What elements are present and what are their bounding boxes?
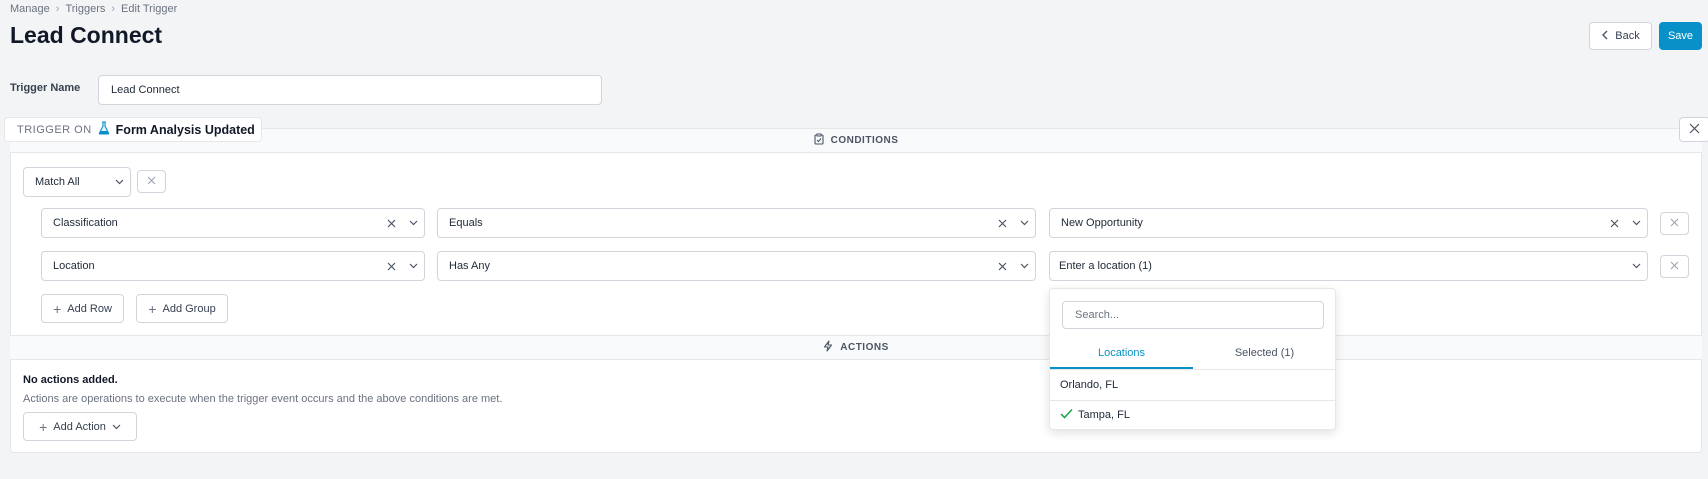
close-icon <box>1670 261 1679 273</box>
chevron-down-icon <box>108 179 130 185</box>
condition-field-select[interactable]: Location <box>41 251 425 281</box>
back-label: Back <box>1615 30 1640 42</box>
actions-header: ACTIONS <box>10 335 1702 360</box>
location-value: Enter a location (1) <box>1059 260 1152 272</box>
remove-row-button[interactable] <box>1660 255 1689 278</box>
trigger-name-label: Trigger Name <box>10 82 81 94</box>
plus-icon: + <box>53 300 62 317</box>
field-value: Location <box>53 260 95 272</box>
add-row-button[interactable]: + Add Row <box>41 294 124 323</box>
save-button[interactable]: Save <box>1659 22 1702 50</box>
location-dropdown: Search... Locations Selected (1) Orlando… <box>1049 288 1336 430</box>
page-title: Lead Connect <box>10 22 163 48</box>
add-group-button[interactable]: + Add Group <box>136 294 228 323</box>
check-icon <box>1060 408 1073 422</box>
chevron-down-icon <box>402 220 424 226</box>
operator-value: Equals <box>449 217 483 229</box>
condition-operator-select[interactable]: Has Any <box>437 251 1036 281</box>
trigger-on-selector[interactable]: TRIGGER ON Form Analysis Updated <box>4 117 262 142</box>
clear-icon[interactable] <box>380 262 402 271</box>
add-action-label: Add Action <box>53 420 106 433</box>
conditions-header: CONDITIONS <box>10 128 1702 153</box>
tab-locations[interactable]: Locations <box>1050 347 1193 369</box>
no-actions-description: Actions are operations to execute when t… <box>23 393 503 405</box>
clear-icon[interactable] <box>991 219 1013 228</box>
location-option-label: Tampa, FL <box>1078 409 1130 421</box>
no-actions-title: No actions added. <box>23 374 118 386</box>
chevron-down-icon <box>1013 220 1035 226</box>
back-button[interactable]: Back <box>1589 22 1652 50</box>
close-trigger-button[interactable] <box>1679 117 1708 142</box>
flask-icon <box>98 121 110 138</box>
remove-row-button[interactable] <box>1660 212 1689 235</box>
clear-icon[interactable] <box>380 219 402 228</box>
chevron-right-icon: › <box>55 3 60 15</box>
chevron-down-icon <box>1625 220 1647 226</box>
add-row-label: Add Row <box>67 302 112 315</box>
operator-value: Has Any <box>449 260 490 272</box>
chevron-right-icon: › <box>111 3 116 15</box>
close-icon <box>147 176 156 188</box>
breadcrumb: Manage › Triggers › Edit Trigger <box>10 2 177 16</box>
match-value: Match All <box>35 176 80 188</box>
chevron-down-icon <box>1625 263 1647 269</box>
lightning-icon <box>823 340 833 355</box>
match-select[interactable]: Match All <box>23 167 131 197</box>
condition-operator-select[interactable]: Equals <box>437 208 1036 238</box>
trigger-on-label: TRIGGER ON <box>17 123 92 136</box>
tab-selected[interactable]: Selected (1) <box>1193 347 1336 369</box>
chevron-left-icon <box>1601 30 1609 43</box>
trigger-name-input[interactable]: Lead Connect <box>98 75 602 105</box>
location-select[interactable]: Enter a location (1) <box>1049 251 1648 281</box>
clear-icon[interactable] <box>1603 219 1625 228</box>
location-search-input[interactable]: Search... <box>1062 301 1324 329</box>
location-option-label: Orlando, FL <box>1060 379 1119 391</box>
chevron-down-icon <box>112 421 121 433</box>
trigger-event-name: Form Analysis Updated <box>115 122 255 137</box>
clipboard-icon <box>814 133 824 148</box>
chevron-down-icon <box>1013 263 1035 269</box>
close-icon <box>1689 123 1700 137</box>
clear-icon[interactable] <box>991 262 1013 271</box>
breadcrumb-current: Edit Trigger <box>121 3 178 15</box>
plus-icon: + <box>148 300 157 317</box>
location-option[interactable]: Tampa, FL <box>1050 400 1335 430</box>
breadcrumb-triggers[interactable]: Triggers <box>65 3 105 15</box>
actions-title: ACTIONS <box>840 342 889 353</box>
chevron-down-icon <box>402 263 424 269</box>
field-value: Classification <box>53 217 118 229</box>
close-icon <box>1670 218 1679 230</box>
condition-value-select[interactable]: New Opportunity <box>1049 208 1648 238</box>
conditions-title: CONDITIONS <box>830 135 899 146</box>
breadcrumb-manage[interactable]: Manage <box>10 3 50 15</box>
add-action-button[interactable]: + Add Action <box>23 412 137 441</box>
condition-value: New Opportunity <box>1061 217 1143 229</box>
add-group-label: Add Group <box>162 302 216 315</box>
condition-field-select[interactable]: Classification <box>41 208 425 238</box>
remove-group-button[interactable] <box>137 170 166 193</box>
plus-icon: + <box>39 418 48 435</box>
location-option[interactable]: Orlando, FL <box>1050 370 1335 400</box>
